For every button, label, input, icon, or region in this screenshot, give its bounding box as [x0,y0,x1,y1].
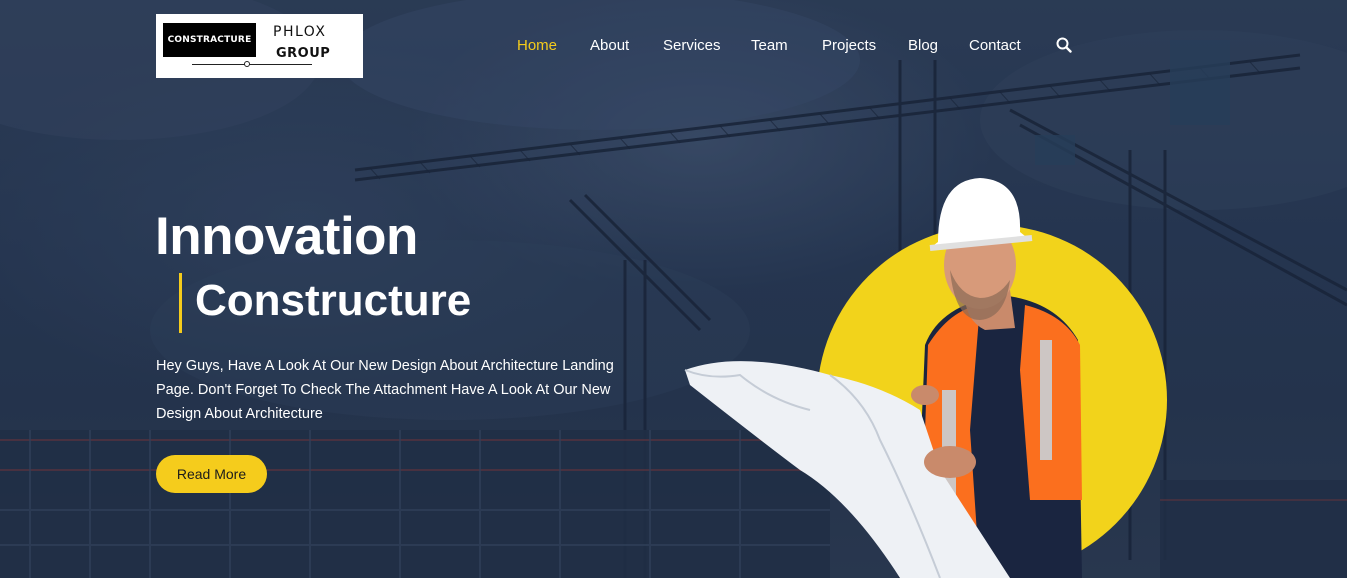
nav-item-blog[interactable]: Blog [908,37,938,54]
read-more-button[interactable]: Read More [156,455,267,493]
nav-item-team[interactable]: Team [751,37,788,54]
nav-item-projects[interactable]: Projects [822,37,876,54]
title-accent-bar [179,273,182,333]
hero-title-line2: Constructure [195,276,472,325]
logo-badge: CONSTRACTURE [163,23,256,57]
nav-item-about[interactable]: About [590,37,629,54]
logo-ornament [244,61,250,67]
hero-section: CONSTRACTURE PHLOX GROUP Home About Serv… [0,0,1347,578]
hero-worker-image [684,178,1167,578]
logo-name-top: PHLOX [273,24,327,40]
site-logo[interactable]: CONSTRACTURE PHLOX GROUP [156,14,363,78]
logo-name-bottom: GROUP [276,46,331,61]
hero-description: Hey Guys, Have A Look At Our New Design … [156,358,614,422]
hero-title-line1: Innovation [155,207,418,266]
nav-item-services[interactable]: Services [663,37,721,54]
nav-item-contact[interactable]: Contact [969,37,1021,54]
nav-item-home[interactable]: Home [517,37,557,54]
logo-divider [192,64,312,65]
search-icon[interactable] [1056,37,1072,53]
